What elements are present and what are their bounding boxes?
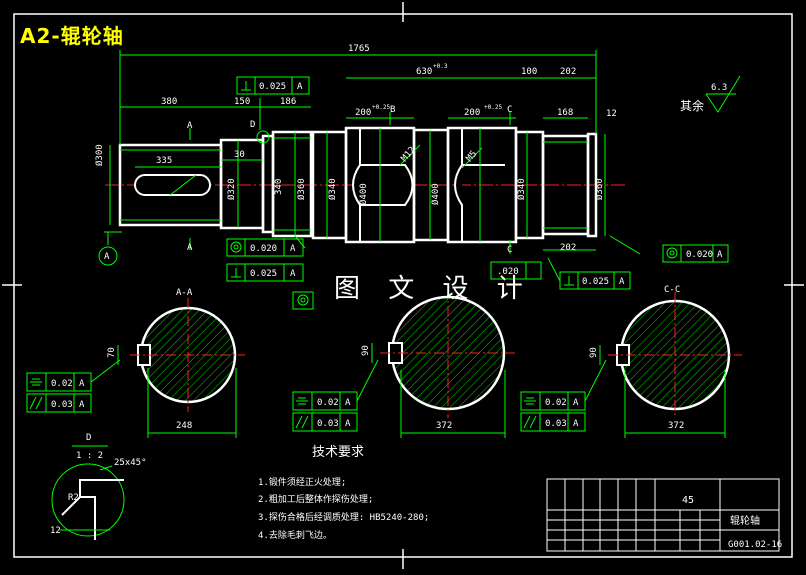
dim-202-top: 202 — [560, 67, 576, 77]
sec2-tol-b: 0.03 — [317, 419, 339, 429]
dim-630: 630 — [416, 67, 432, 77]
dim-12-right: 12 — [606, 109, 617, 119]
dim-168: 168 — [557, 108, 573, 118]
sec3-tol-b: 0.03 — [545, 419, 567, 429]
dim-200-right-tol: +0.25 — [484, 104, 502, 111]
sec1-tol-b-ref: A — [79, 400, 85, 410]
sec1-tol-a-ref: A — [79, 379, 85, 389]
sec2-tol-b-ref: A — [345, 419, 351, 429]
dimension-lines — [98, 50, 741, 282]
label-datum-a: A — [104, 252, 110, 262]
dim-202-bottom: 202 — [560, 243, 576, 253]
note-3: 3.探伤合格后经调质处理: HB5240-280; — [258, 511, 429, 523]
sec3-tol-b-ref: A — [573, 419, 579, 429]
dim-key-70: 70 — [107, 347, 117, 358]
dim-630-tol: +0.3 — [433, 63, 448, 70]
label-detail-scale: 1 : 2 — [76, 451, 103, 461]
dim-380: 380 — [161, 97, 177, 107]
label-a-bottom: A — [187, 243, 193, 253]
notes-heading: 技术要求 — [312, 445, 364, 460]
sec2-tol-a-ref: A — [345, 398, 351, 408]
dim-key-90b: 90 — [589, 347, 599, 358]
note-1: 1.锻件须经正火处理; — [258, 476, 346, 488]
dim-340a: 340 — [274, 179, 284, 195]
dim-248: 248 — [176, 421, 192, 431]
section-views — [26, 288, 742, 438]
sec3-tol-a: 0.02 — [545, 398, 567, 408]
label-section-cc: C-C — [664, 285, 680, 295]
surface-roughness-value: 6.3 — [711, 83, 727, 93]
note-2: 2.粗加工后整体作探伤处理; — [258, 493, 373, 505]
tb-drawing-no: G001.02-16 — [728, 540, 782, 550]
tol-circ1-ref: A — [290, 244, 296, 254]
label-c-top: C — [507, 105, 512, 115]
dim-30: 30 — [234, 150, 245, 160]
tol-circ1: 0.020 — [250, 244, 277, 254]
dim-150: 150 — [234, 97, 250, 107]
dim-dia400a: Ø400 — [358, 183, 369, 205]
tol-perp-top-ref: A — [297, 82, 303, 92]
dim-dia320: Ø320 — [226, 178, 237, 200]
sec2-tol-a: 0.02 — [317, 398, 339, 408]
watermark: 图 文 设 计 — [334, 274, 533, 304]
sec3-tol-a-ref: A — [573, 398, 579, 408]
sec1-tol-a: 0.02 — [51, 379, 73, 389]
tb-part-name: 辊轮轴 — [730, 514, 760, 527]
tol-perp-right-ref: A — [619, 277, 625, 287]
tol-perp2: 0.025 — [250, 269, 277, 279]
note-4: 4.去除毛刺飞边。 — [258, 529, 332, 541]
dim-dia360a: Ø360 — [296, 178, 307, 200]
dim-372a: 372 — [436, 421, 452, 431]
label-d-mark: D — [250, 120, 255, 130]
dim-m5: M5 — [465, 149, 480, 164]
label-a-top: A — [187, 121, 193, 131]
tb-material: 45 — [682, 495, 694, 506]
tol-circ-right-ref: A — [717, 250, 723, 260]
label-r2: R2 — [68, 493, 79, 503]
technical-notes: 技术要求 1.锻件须经正火处理; 2.粗加工后整体作探伤处理; 3.探伤合格后经… — [258, 445, 429, 541]
surface-note-label: 其余 — [680, 98, 704, 113]
dim-key-90a: 90 — [361, 345, 371, 356]
sec1-tol-b: 0.03 — [51, 400, 73, 410]
label-b-top: B — [390, 105, 395, 115]
dim-dia400b: Ø400 — [430, 183, 441, 205]
dim-dia300: Ø300 — [94, 144, 105, 166]
dim-dia360b: Ø360 — [594, 178, 605, 200]
dim-335: 335 — [156, 156, 172, 166]
dim-100: 100 — [521, 67, 537, 77]
dim-overall: 1765 — [348, 44, 370, 54]
label-section-aa: A-A — [176, 288, 193, 298]
tol-perp2-ref: A — [290, 269, 296, 279]
label-chamfer: 25x45° — [114, 458, 147, 468]
tol-circ-right: 0.020 — [686, 250, 713, 260]
dim-372b: 372 — [668, 421, 684, 431]
drawing-sheet: 1765 630 +0.3 100 202 380 150 186 200 +0… — [0, 0, 806, 571]
dim-200-left-tol: +0.25 — [372, 104, 390, 111]
tol-perp-top: 0.025 — [259, 82, 286, 92]
dim-dia340b: Ø340 — [327, 178, 338, 200]
dim-200-right: 200 — [464, 108, 480, 118]
label-c-bottom: C — [507, 245, 512, 255]
label-detail-d: D — [86, 433, 91, 443]
tol-perp-right: 0.025 — [582, 277, 609, 287]
drawing-title: A2-辊轮轴 — [20, 24, 124, 48]
dim-200-left: 200 — [355, 108, 371, 118]
label-d12: 12 — [50, 526, 61, 536]
dim-186: 186 — [280, 97, 296, 107]
dim-dia340c: Ø340 — [516, 178, 527, 200]
title-block-texts: 45 辊轮轴 G001.02-16 — [682, 495, 782, 550]
